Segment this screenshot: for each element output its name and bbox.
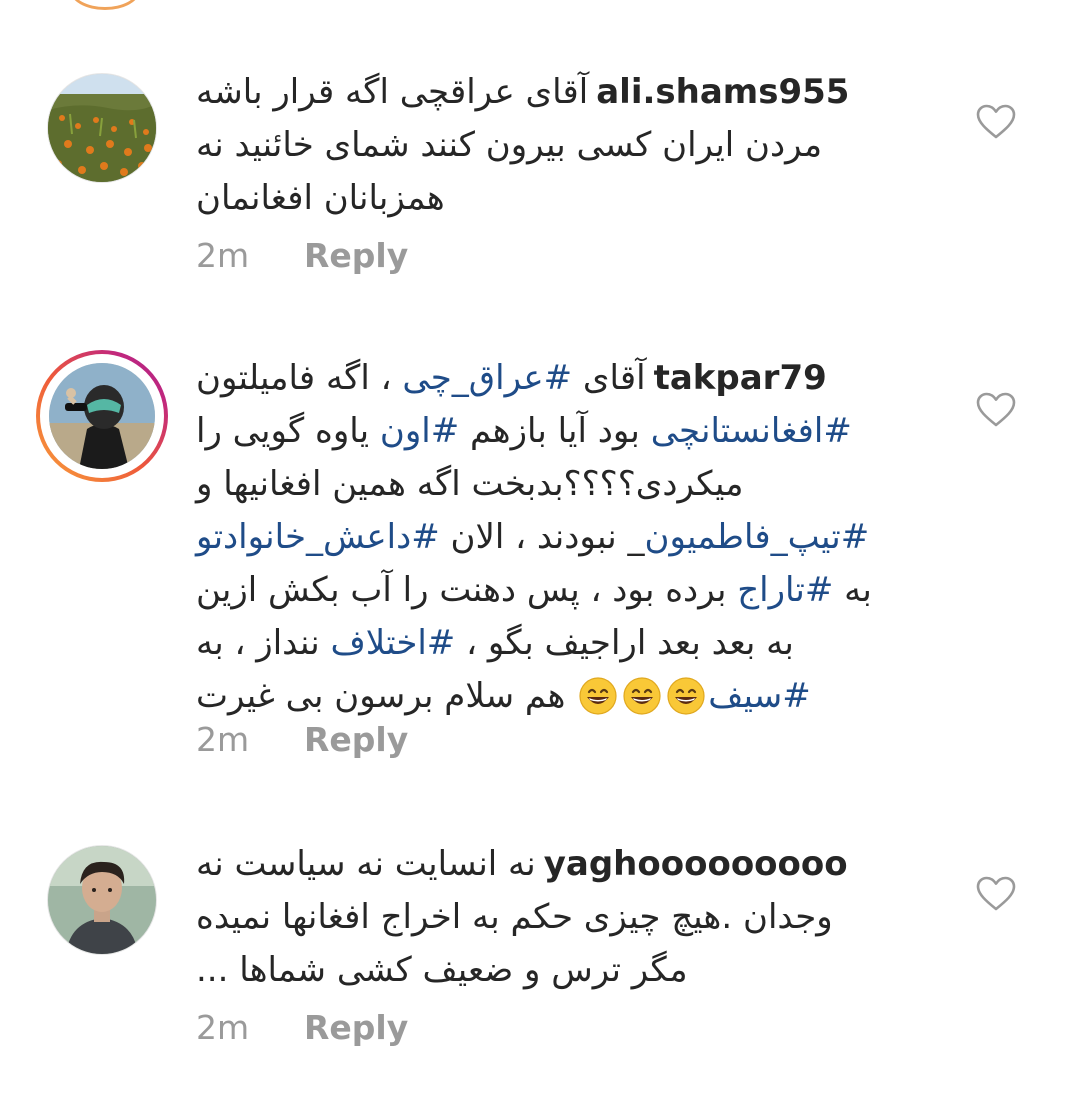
avatar-image [48,846,156,954]
hashtag-link[interactable]: #اختلاف [331,623,456,663]
hashtag-link[interactable]: #تیپ_فاطمیون [644,517,869,557]
previous-avatar-edge [70,0,140,10]
comment-username[interactable]: yaghooooooooo [544,844,848,884]
heart-outline-icon[interactable] [976,392,1016,428]
reply-button[interactable]: Reply [304,236,408,275]
comment-text: yaghoooooooooنه انسایت نه سیاست نه وجدان… [196,838,876,997]
avatar[interactable] [48,846,156,954]
text-segment: به [833,570,872,610]
reply-button[interactable]: Reply [304,720,408,759]
hashtag-link[interactable]: #تاراج [737,570,833,610]
heart-outline-icon[interactable] [976,104,1016,140]
comment-meta: 2m Reply [196,720,408,759]
comment-meta: 2m Reply [196,1008,408,1047]
hashtag-link[interactable]: #سیف [708,676,810,716]
comment-body: آقای #عراق_چی ، اگه فامیلتون #افغانستانچ… [196,358,872,716]
text-segment: آقای [572,358,646,398]
text-segment: هم سلام برسون بی غیرت [196,676,577,716]
text-segment: ، اگه فامیلتون [196,358,403,398]
avatar-image [48,74,156,182]
text-segment: بود آیا بازهم [459,411,651,451]
hashtag-link[interactable]: #داعش_خانوادتو [196,517,440,557]
grinning-face-icon [623,677,661,715]
avatar-image [49,363,155,469]
grinning-face-icon [667,677,705,715]
hashtag-link[interactable]: #عراق_چی [402,358,572,398]
comment-username[interactable]: takpar79 [654,358,827,398]
text-segment: ننداز ، به [196,623,331,663]
emoji-group [576,676,708,716]
comment-meta: 2m Reply [196,236,408,275]
comment-time: 2m [196,1008,250,1047]
comment-text: takpar79آقای #عراق_چی ، اگه فامیلتون #اف… [196,352,876,723]
heart-outline-icon[interactable] [976,876,1016,912]
text-segment: _ نبودند ، الان [439,517,645,557]
hashtag-link[interactable]: #افغانستانچی [651,411,852,451]
comment-username[interactable]: ali.shams955 [596,72,849,112]
avatar[interactable] [48,74,156,182]
comment-time: 2m [196,720,250,759]
grinning-face-icon [579,677,617,715]
reply-button[interactable]: Reply [304,1008,408,1047]
comment-text: ali.shams955آقای عراقچی اگه قرار باشه مر… [196,66,876,225]
comment-time: 2m [196,236,250,275]
avatar-with-story-ring[interactable] [36,350,168,482]
hashtag-link[interactable]: #اون [380,411,459,451]
